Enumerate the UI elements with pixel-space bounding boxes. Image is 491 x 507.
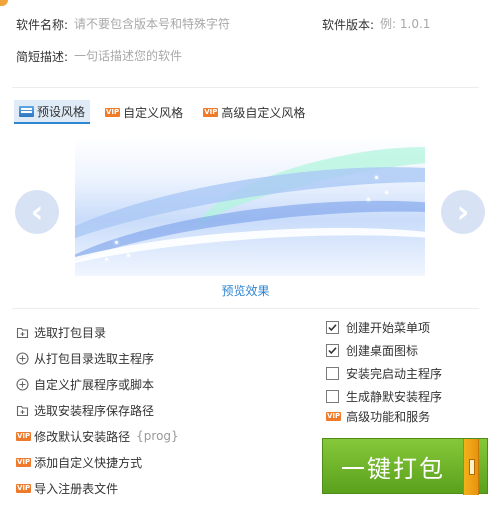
vip-badge-icon: VIP	[203, 107, 219, 117]
vip-badge-icon: VIP	[16, 457, 32, 467]
plus-circle-icon	[16, 377, 29, 391]
select-main-program-action[interactable]: 从打包目录选取主程序	[16, 349, 154, 367]
action-label: 选取安装程序保存路径	[34, 403, 155, 418]
start-menu-checkbox[interactable]	[326, 320, 339, 334]
preview-sparkle	[127, 254, 130, 257]
tab-preset-style[interactable]: 预设风格	[14, 100, 91, 124]
action-label: 修改默认安装路径	[34, 429, 131, 444]
option-label: 生成静默安装程序	[346, 389, 443, 404]
software-name-row: 软件名称:	[16, 14, 295, 34]
tab-custom-style-label: 自定义风格	[123, 105, 184, 120]
software-name-input[interactable]	[74, 17, 295, 31]
option-start-menu[interactable]: 创建开始菜单项	[326, 318, 430, 336]
select-save-path-action[interactable]: 选取安装程序保存路径	[16, 401, 154, 419]
section-divider	[12, 308, 479, 309]
select-package-dir-action[interactable]: 选取打包目录	[16, 323, 106, 341]
advanced-features-label: 高级功能和服务	[346, 409, 431, 424]
chevron-right-icon: ›	[456, 194, 470, 230]
corner-decoration	[0, 0, 8, 6]
launch-after-install-checkbox[interactable]	[326, 366, 339, 380]
vip-badge-icon: VIP	[16, 483, 32, 493]
option-label: 创建开始菜单项	[346, 320, 431, 335]
description-input[interactable]	[74, 49, 455, 63]
preview-sparkle	[115, 241, 118, 244]
preview-sparkle	[385, 191, 388, 194]
tab-advanced-custom-style[interactable]: VIP 高级自定义风格	[198, 100, 310, 124]
preset-style-icon	[19, 105, 34, 117]
modify-install-path-action[interactable]: VIP 修改默认安装路径 {prog}	[16, 427, 179, 445]
vip-badge-icon: VIP	[105, 107, 121, 117]
form-divider	[12, 87, 479, 88]
next-style-button[interactable]: ›	[441, 190, 485, 234]
folder-add-icon	[16, 326, 29, 339]
previous-style-button[interactable]: ‹	[15, 190, 59, 234]
folder-add-icon	[16, 404, 29, 417]
style-preview-image	[75, 136, 425, 276]
one-click-build-button[interactable]: 一键打包	[322, 438, 488, 495]
option-launch-after-install[interactable]: 安装完启动主程序	[326, 364, 442, 382]
description-label: 简短描述:	[16, 49, 69, 64]
action-label: 添加自定义快捷方式	[34, 455, 143, 470]
option-desktop-icon[interactable]: 创建桌面图标	[326, 341, 418, 359]
silent-installer-checkbox[interactable]	[326, 389, 339, 403]
build-handle-icon	[463, 439, 479, 495]
preview-caption-link[interactable]: 预览效果	[0, 282, 491, 299]
vip-badge-icon: VIP	[326, 411, 342, 421]
preview-sparkle	[367, 198, 370, 201]
preview-sparkle	[375, 176, 378, 179]
chevron-left-icon: ‹	[30, 194, 44, 230]
option-label: 安装完启动主程序	[346, 366, 443, 381]
software-version-label: 软件版本:	[322, 17, 375, 32]
software-version-input[interactable]	[380, 17, 481, 31]
advanced-features-link[interactable]: VIP 高级功能和服务	[326, 407, 430, 425]
tab-advanced-custom-style-label: 高级自定义风格	[221, 105, 306, 120]
style-tabs: 预设风格 VIP 自定义风格 VIP 高级自定义风格	[14, 100, 320, 124]
plus-circle-icon	[16, 351, 29, 365]
action-label: 从打包目录选取主程序	[34, 351, 155, 366]
add-shortcut-action[interactable]: VIP 添加自定义快捷方式	[16, 453, 142, 471]
desktop-icon-checkbox[interactable]	[326, 343, 339, 357]
action-label: 导入注册表文件	[34, 481, 119, 496]
preview-sparkle	[105, 258, 108, 261]
description-row: 简短描述:	[16, 46, 455, 66]
install-path-hint: {prog}	[136, 429, 179, 443]
software-name-label: 软件名称:	[16, 17, 69, 32]
option-silent-installer[interactable]: 生成静默安装程序	[326, 387, 442, 405]
action-label: 选取打包目录	[34, 325, 107, 340]
import-registry-action[interactable]: VIP 导入注册表文件	[16, 479, 118, 497]
build-button-label: 一键打包	[341, 454, 445, 483]
software-version-row: 软件版本:	[322, 14, 481, 34]
custom-extension-action[interactable]: 自定义扩展程序或脚本	[16, 375, 154, 393]
tab-preset-style-label: 预设风格	[37, 104, 86, 119]
action-label: 自定义扩展程序或脚本	[34, 377, 155, 392]
tab-custom-style[interactable]: VIP 自定义风格	[100, 100, 188, 124]
option-label: 创建桌面图标	[346, 343, 419, 358]
vip-badge-icon: VIP	[16, 431, 32, 441]
